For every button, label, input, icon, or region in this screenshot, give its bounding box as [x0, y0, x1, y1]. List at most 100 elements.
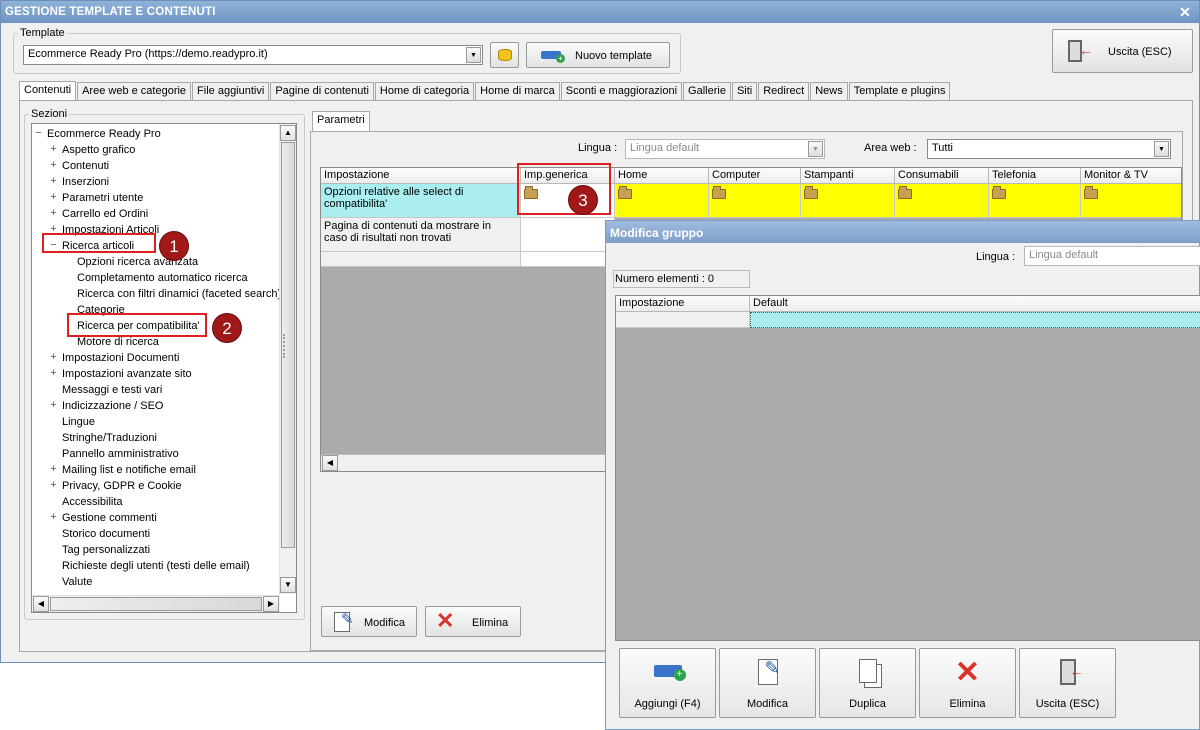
- grid-new-row[interactable]: [321, 252, 521, 267]
- tab-redirect[interactable]: Redirect: [758, 82, 810, 101]
- grid-area-cell[interactable]: [709, 184, 801, 218]
- new-template-button[interactable]: + Nuovo template: [526, 42, 670, 68]
- tab-template-e-plugins[interactable]: Template e plugins: [848, 82, 951, 101]
- expand-icon[interactable]: +: [49, 175, 58, 187]
- tree-item[interactable]: Gestione commenti: [62, 510, 157, 526]
- grid-col-header[interactable]: Computer: [709, 168, 801, 184]
- tree-item[interactable]: Impostazioni avanzate sito: [62, 366, 192, 382]
- area-web-select[interactable]: Tutti ▼: [927, 139, 1171, 159]
- chevron-down-icon[interactable]: ▼: [466, 47, 481, 63]
- elimina-button[interactable]: ✕ Elimina: [425, 606, 521, 637]
- grid-empty-cell[interactable]: [521, 218, 615, 252]
- tree-item[interactable]: Impostazioni Documenti: [62, 350, 179, 366]
- sections-tree[interactable]: − Ecommerce Ready Pro + Aspetto grafico + C…: [31, 123, 297, 613]
- collapse-icon[interactable]: −: [34, 127, 43, 139]
- chevron-down-icon[interactable]: ▼: [808, 141, 823, 157]
- database-button[interactable]: [490, 42, 519, 68]
- tab-gallerie[interactable]: Gallerie: [683, 82, 731, 101]
- tab-sconti-e-maggiorazioni[interactable]: Sconti e maggiorazioni: [560, 82, 683, 101]
- scroll-right-icon[interactable]: ▶: [263, 596, 279, 612]
- grid-col-header[interactable]: Telefonia: [989, 168, 1081, 184]
- tree-item[interactable]: Pannello amministrativo: [62, 446, 179, 462]
- tab-home-di-categoria[interactable]: Home di categoria: [374, 82, 475, 101]
- tree-vscrollbar[interactable]: ▲ ▼: [279, 124, 296, 594]
- tab-news[interactable]: News: [810, 82, 848, 101]
- exit-button[interactable]: ← Uscita (ESC): [1052, 29, 1193, 73]
- modifica-button[interactable]: ✎ Modifica: [321, 606, 417, 637]
- tab-siti[interactable]: Siti: [731, 82, 758, 101]
- tree-item[interactable]: Indicizzazione / SEO: [62, 398, 164, 414]
- expand-icon[interactable]: +: [49, 207, 58, 219]
- grid-row-setting[interactable]: Opzioni relative alle select di compatib…: [321, 184, 521, 218]
- dialog-col-impostazione[interactable]: Impostazione: [616, 296, 750, 312]
- tree-item[interactable]: Messaggi e testi vari: [62, 382, 162, 398]
- grid-row-setting[interactable]: Pagina di contenuti da mostrare in caso …: [321, 218, 521, 252]
- tab-aree-web-e-categorie[interactable]: Aree web e categorie: [77, 82, 192, 101]
- expand-icon[interactable]: +: [49, 351, 58, 363]
- tree-item[interactable]: Lingue: [62, 414, 95, 430]
- tree-item[interactable]: Accessibilita: [62, 494, 123, 510]
- grid-area-cell[interactable]: [989, 184, 1081, 218]
- tab-pagine-di-contenuti[interactable]: Pagine di contenuti: [270, 82, 374, 101]
- template-select[interactable]: Ecommerce Ready Pro (https://demo.readyp…: [23, 45, 483, 65]
- tab-parametri[interactable]: Parametri: [312, 111, 370, 131]
- grid-hscrollbar[interactable]: ◀: [321, 454, 611, 471]
- grid-col-header[interactable]: Impostazione: [321, 168, 521, 184]
- expand-icon[interactable]: +: [49, 367, 58, 379]
- chevron-down-icon[interactable]: ▼: [1154, 141, 1169, 157]
- dialog-new-row-cell[interactable]: [750, 312, 1200, 328]
- tree-item[interactable]: Stringhe/Traduzioni: [62, 430, 157, 446]
- grid-area-cell[interactable]: [895, 184, 989, 218]
- dialog-new-row[interactable]: [616, 312, 750, 328]
- expand-icon[interactable]: +: [49, 463, 58, 475]
- grid-col-header[interactable]: Stampanti: [801, 168, 895, 184]
- dialog-lingua-select[interactable]: Lingua default: [1024, 246, 1200, 266]
- scroll-left-icon[interactable]: ◀: [33, 596, 49, 612]
- expand-icon[interactable]: +: [49, 191, 58, 203]
- tree-item[interactable]: Ricerca con filtri dinamici (faceted sea…: [77, 286, 281, 302]
- grid-new-row-cell[interactable]: [521, 252, 615, 267]
- expand-icon[interactable]: +: [49, 511, 58, 523]
- dialog-grid[interactable]: Impostazione Default: [615, 295, 1200, 641]
- tree-item[interactable]: Parametri utente: [62, 190, 143, 206]
- tab-contenuti[interactable]: Contenuti: [19, 81, 77, 101]
- dialog-modifica-button[interactable]: ✎ Modifica: [719, 648, 816, 718]
- expand-icon[interactable]: +: [49, 159, 58, 171]
- expand-icon[interactable]: +: [49, 479, 58, 491]
- tree-item[interactable]: Privacy, GDPR e Cookie: [62, 478, 182, 494]
- tree-item[interactable]: Aspetto grafico: [62, 142, 135, 158]
- dialog-col-default[interactable]: Default: [750, 296, 1200, 312]
- grid-area-cell[interactable]: [801, 184, 895, 218]
- grid-col-header[interactable]: Consumabili: [895, 168, 989, 184]
- grid-col-header[interactable]: Home: [615, 168, 709, 184]
- splitter-grip[interactable]: [283, 334, 289, 358]
- tree-item[interactable]: Contenuti: [62, 158, 109, 174]
- tree-item[interactable]: Richieste degli utenti (testi delle emai…: [62, 558, 250, 574]
- duplica-button[interactable]: Duplica: [819, 648, 916, 718]
- tree-item[interactable]: Storico documenti: [62, 526, 150, 542]
- tree-hscroll-thumb[interactable]: [50, 597, 262, 611]
- grid-area-cell[interactable]: [615, 184, 709, 218]
- scroll-up-icon[interactable]: ▲: [280, 125, 296, 141]
- scroll-left-icon[interactable]: ◀: [322, 455, 338, 471]
- tree-hscrollbar[interactable]: ◀ ▶: [32, 595, 280, 612]
- dialog-exit-button[interactable]: ← Uscita (ESC): [1019, 648, 1116, 718]
- scroll-down-icon[interactable]: ▼: [280, 577, 296, 593]
- tree-item[interactable]: Completamento automatico ricerca: [77, 270, 248, 286]
- expand-icon[interactable]: +: [49, 399, 58, 411]
- tree-item[interactable]: Carrello ed Ordini: [62, 206, 148, 222]
- dialog-elimina-button[interactable]: ✕ Elimina: [919, 648, 1016, 718]
- close-icon[interactable]: ✕: [1177, 4, 1193, 20]
- grid-area-cell[interactable]: [1081, 184, 1181, 218]
- tree-item[interactable]: Tag personalizzati: [62, 542, 150, 558]
- tree-root[interactable]: Ecommerce Ready Pro: [47, 126, 161, 142]
- tab-file-aggiuntivi[interactable]: File aggiuntivi: [192, 82, 270, 101]
- grid-col-header[interactable]: Monitor & TV: [1081, 168, 1181, 184]
- tab-home-di-marca[interactable]: Home di marca: [475, 82, 560, 101]
- expand-icon[interactable]: +: [49, 143, 58, 155]
- aggiungi-button[interactable]: + Aggiungi (F4): [619, 648, 716, 718]
- tree-item[interactable]: Inserzioni: [62, 174, 109, 190]
- lingua-select[interactable]: Lingua default ▼: [625, 139, 825, 159]
- tree-item[interactable]: Valute: [62, 574, 92, 590]
- tree-item[interactable]: Mailing list e notifiche email: [62, 462, 196, 478]
